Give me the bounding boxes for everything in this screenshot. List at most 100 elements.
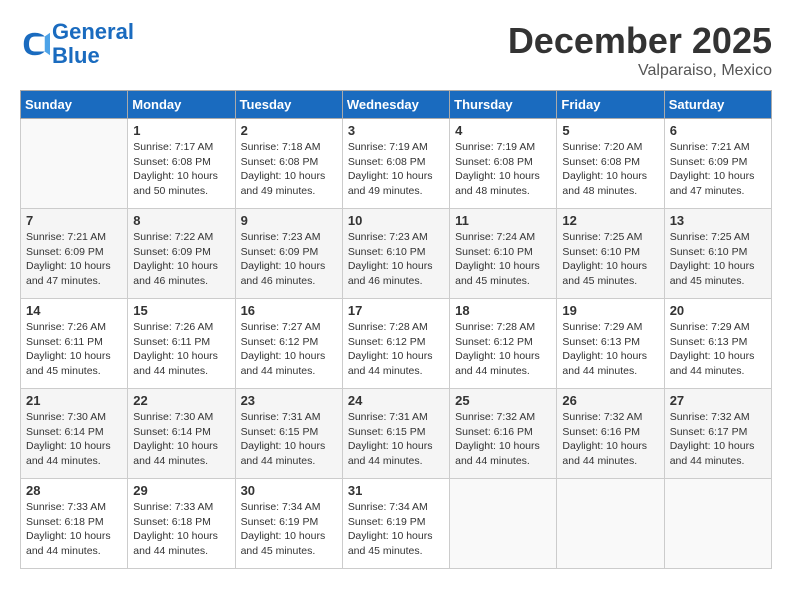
day-info: Sunrise: 7:27 AMSunset: 6:12 PMDaylight:… xyxy=(241,320,337,379)
day-number: 16 xyxy=(241,303,337,318)
weekday-header-sunday: Sunday xyxy=(21,91,128,119)
day-number: 17 xyxy=(348,303,444,318)
day-number: 27 xyxy=(670,393,766,408)
day-number: 8 xyxy=(133,213,229,228)
day-info: Sunrise: 7:18 AMSunset: 6:08 PMDaylight:… xyxy=(241,140,337,199)
day-number: 4 xyxy=(455,123,551,138)
calendar-cell: 12 Sunrise: 7:25 AMSunset: 6:10 PMDayligh… xyxy=(557,209,664,299)
calendar-cell: 21Sunrise: 7:30 AMSunset: 6:14 PMDayligh… xyxy=(21,389,128,479)
logo-line1: General xyxy=(52,19,134,44)
calendar-cell: 10Sunrise: 7:23 AMSunset: 6:10 PMDayligh… xyxy=(342,209,449,299)
day-number: 25 xyxy=(455,393,551,408)
calendar-cell: 11Sunrise: 7:24 AMSunset: 6:10 PMDayligh… xyxy=(450,209,557,299)
calendar-cell: 27 Sunrise: 7:32 AMSunset: 6:17 PMDayligh… xyxy=(664,389,771,479)
day-number: 20 xyxy=(670,303,766,318)
calendar-cell: 30 Sunrise: 7:34 AMSunset: 6:19 PMDayligh… xyxy=(235,479,342,569)
day-info: Sunrise: 7:21 AMSunset: 6:09 PMDaylight:… xyxy=(670,140,766,199)
calendar-table: SundayMondayTuesdayWednesdayThursdayFrid… xyxy=(20,90,772,569)
calendar-cell xyxy=(21,119,128,209)
day-number: 24 xyxy=(348,393,444,408)
day-info: Sunrise: 7:33 AMSunset: 6:18 PMDaylight:… xyxy=(26,500,122,559)
calendar-cell: 6 Sunrise: 7:21 AMSunset: 6:09 PMDaylight… xyxy=(664,119,771,209)
day-info: Sunrise: 7:30 AMSunset: 6:14 PMDaylight:… xyxy=(133,410,229,469)
day-info: Sunrise: 7:34 AMSunset: 6:19 PMDaylight:… xyxy=(348,500,444,559)
day-info: Sunrise: 7:25 AMSunset: 6:10 PMDaylight:… xyxy=(670,230,766,289)
day-info: Sunrise: 7:23 AMSunset: 6:10 PMDaylight:… xyxy=(348,230,444,289)
day-number: 1 xyxy=(133,123,229,138)
day-number: 30 xyxy=(241,483,337,498)
day-number: 28 xyxy=(26,483,122,498)
weekday-header-friday: Friday xyxy=(557,91,664,119)
calendar-cell: 25Sunrise: 7:32 AMSunset: 6:16 PMDayligh… xyxy=(450,389,557,479)
day-number: 31 xyxy=(348,483,444,498)
calendar-cell xyxy=(664,479,771,569)
day-number: 11 xyxy=(455,213,551,228)
calendar-cell: 24 Sunrise: 7:31 AMSunset: 6:15 PMDayligh… xyxy=(342,389,449,479)
day-info: Sunrise: 7:32 AMSunset: 6:16 PMDaylight:… xyxy=(562,410,658,469)
day-number: 18 xyxy=(455,303,551,318)
calendar-cell: 19Sunrise: 7:29 AMSunset: 6:13 PMDayligh… xyxy=(557,299,664,389)
day-number: 13 xyxy=(670,213,766,228)
location-subtitle: Valparaiso, Mexico xyxy=(508,62,772,80)
week-row-4: 21 Sunrise: 7:30 AMSunset: 6:14 PMDayligh… xyxy=(21,389,772,479)
day-info: Sunrise: 7:34 AMSunset: 6:19 PMDaylight:… xyxy=(241,500,337,559)
week-row-5: 28 Sunrise: 7:33 AMSunset: 6:18 PMDayligh… xyxy=(21,479,772,569)
day-number: 2 xyxy=(241,123,337,138)
day-number: 22 xyxy=(133,393,229,408)
day-number: 5 xyxy=(562,123,658,138)
day-info: Sunrise: 7:26 AMSunset: 6:11 PMDaylight:… xyxy=(133,320,229,379)
calendar-cell: 14Sunrise: 7:26 AMSunset: 6:11 PMDayligh… xyxy=(21,299,128,389)
day-info: Sunrise: 7:33 AMSunset: 6:18 PMDaylight:… xyxy=(133,500,229,559)
day-info: Sunrise: 7:17 AMSunset: 6:08 PMDaylight:… xyxy=(133,140,229,199)
calendar-cell: 7 Sunrise: 7:21 AMSunset: 6:09 PMDaylight… xyxy=(21,209,128,299)
calendar-cell: 3 Sunrise: 7:19 AMSunset: 6:08 PMDaylight… xyxy=(342,119,449,209)
calendar-body: 1 Sunrise: 7:17 AMSunset: 6:08 PMDaylight… xyxy=(21,119,772,569)
calendar-cell: 4 Sunrise: 7:19 AMSunset: 6:08 PMDaylight… xyxy=(450,119,557,209)
logo-line2: Blue xyxy=(52,43,100,68)
day-info: Sunrise: 7:32 AMSunset: 6:17 PMDaylight:… xyxy=(670,410,766,469)
calendar-cell xyxy=(450,479,557,569)
day-info: Sunrise: 7:19 AMSunset: 6:08 PMDaylight:… xyxy=(455,140,551,199)
calendar-cell: 26 Sunrise: 7:32 AMSunset: 6:16 PMDayligh… xyxy=(557,389,664,479)
calendar-cell: 2 Sunrise: 7:18 AMSunset: 6:08 PMDaylight… xyxy=(235,119,342,209)
week-row-1: 1 Sunrise: 7:17 AMSunset: 6:08 PMDaylight… xyxy=(21,119,772,209)
weekday-header-row: SundayMondayTuesdayWednesdayThursdayFrid… xyxy=(21,91,772,119)
day-info: Sunrise: 7:19 AMSunset: 6:08 PMDaylight:… xyxy=(348,140,444,199)
day-number: 21 xyxy=(26,393,122,408)
day-info: Sunrise: 7:28 AMSunset: 6:12 PMDaylight:… xyxy=(348,320,444,379)
calendar-cell: 23 Sunrise: 7:31 AMSunset: 6:15 PMDayligh… xyxy=(235,389,342,479)
weekday-header-wednesday: Wednesday xyxy=(342,91,449,119)
day-number: 3 xyxy=(348,123,444,138)
day-info: Sunrise: 7:21 AMSunset: 6:09 PMDaylight:… xyxy=(26,230,122,289)
weekday-header-tuesday: Tuesday xyxy=(235,91,342,119)
month-title: December 2025 xyxy=(508,20,772,62)
day-info: Sunrise: 7:29 AMSunset: 6:13 PMDaylight:… xyxy=(670,320,766,379)
weekday-header-monday: Monday xyxy=(128,91,235,119)
calendar-cell: 1 Sunrise: 7:17 AMSunset: 6:08 PMDaylight… xyxy=(128,119,235,209)
calendar-cell: 9Sunrise: 7:23 AMSunset: 6:09 PMDaylight… xyxy=(235,209,342,299)
day-number: 15 xyxy=(133,303,229,318)
day-number: 12 xyxy=(562,213,658,228)
day-number: 19 xyxy=(562,303,658,318)
logo-icon xyxy=(20,29,50,59)
day-number: 23 xyxy=(241,393,337,408)
day-info: Sunrise: 7:31 AMSunset: 6:15 PMDaylight:… xyxy=(348,410,444,469)
page-header: General Blue December 2025 Valparaiso, M… xyxy=(20,20,772,80)
calendar-cell: 22 Sunrise: 7:30 AMSunset: 6:14 PMDayligh… xyxy=(128,389,235,479)
day-number: 26 xyxy=(562,393,658,408)
calendar-cell: 18Sunrise: 7:28 AMSunset: 6:12 PMDayligh… xyxy=(450,299,557,389)
calendar-cell: 8Sunrise: 7:22 AMSunset: 6:09 PMDaylight… xyxy=(128,209,235,299)
day-info: Sunrise: 7:31 AMSunset: 6:15 PMDaylight:… xyxy=(241,410,337,469)
calendar-cell: 28 Sunrise: 7:33 AMSunset: 6:18 PMDayligh… xyxy=(21,479,128,569)
calendar-cell: 29 Sunrise: 7:33 AMSunset: 6:18 PMDayligh… xyxy=(128,479,235,569)
day-number: 6 xyxy=(670,123,766,138)
day-number: 29 xyxy=(133,483,229,498)
calendar-cell: 17 Sunrise: 7:28 AMSunset: 6:12 PMDayligh… xyxy=(342,299,449,389)
day-number: 7 xyxy=(26,213,122,228)
week-row-2: 7 Sunrise: 7:21 AMSunset: 6:09 PMDaylight… xyxy=(21,209,772,299)
calendar-header: SundayMondayTuesdayWednesdayThursdayFrid… xyxy=(21,91,772,119)
day-info: Sunrise: 7:25 AMSunset: 6:10 PMDaylight:… xyxy=(562,230,658,289)
title-block: December 2025 Valparaiso, Mexico xyxy=(508,20,772,80)
calendar-cell: 16 Sunrise: 7:27 AMSunset: 6:12 PMDayligh… xyxy=(235,299,342,389)
weekday-header-saturday: Saturday xyxy=(664,91,771,119)
